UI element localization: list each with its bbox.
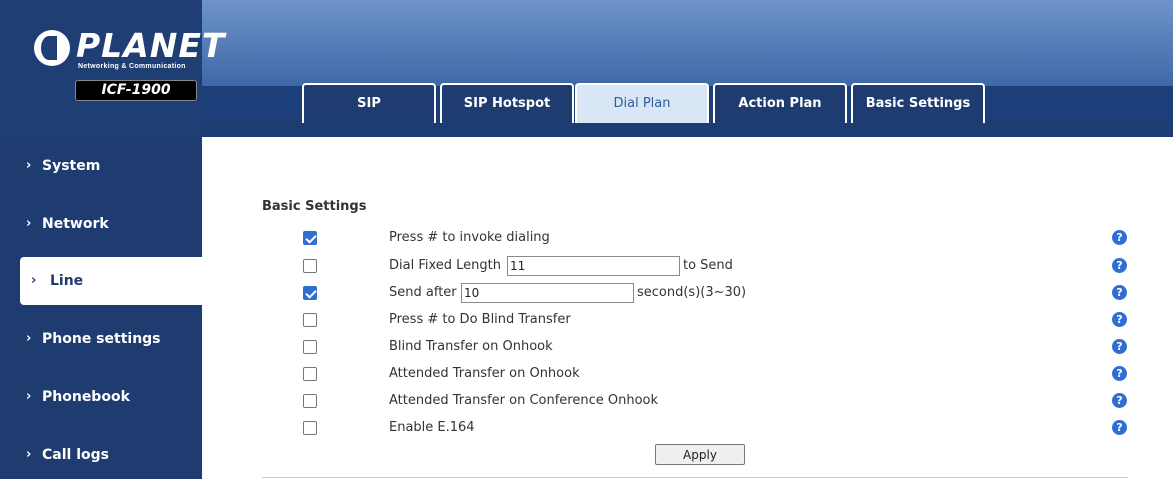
sidebar-item-label: Call logs xyxy=(42,447,109,463)
send-after-suffix: second(s)(3~30) xyxy=(637,285,747,300)
help-icon[interactable]: ? xyxy=(1112,230,1127,245)
press-hash-dial-checkbox[interactable] xyxy=(303,231,317,245)
help-icon[interactable]: ? xyxy=(1112,285,1127,300)
setting-label: Enable E.164 xyxy=(389,420,475,435)
setting-label: Attended Transfer on Onhook xyxy=(389,366,580,381)
dial-fixed-length-checkbox[interactable] xyxy=(303,259,317,273)
press-hash-blind-transfer-checkbox[interactable] xyxy=(303,313,317,327)
setting-row: Send after second(s)(3~30) ? xyxy=(0,280,1173,307)
setting-row: Enable E.164 ? xyxy=(0,415,1173,442)
tab-action-plan[interactable]: Action Plan xyxy=(713,83,847,123)
setting-row: Attended Transfer on Onhook ? xyxy=(0,361,1173,388)
planet-logo-icon xyxy=(34,30,70,66)
fixed-length-input[interactable] xyxy=(507,256,680,276)
help-icon[interactable]: ? xyxy=(1112,366,1127,381)
logo-text: PLANET xyxy=(76,26,226,65)
help-icon[interactable]: ? xyxy=(1112,420,1127,435)
setting-label: Press # to invoke dialing xyxy=(389,230,550,245)
divider xyxy=(262,477,1128,478)
model-badge: ICF-1900 xyxy=(75,80,197,101)
enable-e164-checkbox[interactable] xyxy=(303,421,317,435)
logo-block: PLANET Networking & Communication ICF-19… xyxy=(0,0,224,137)
setting-label: Press # to Do Blind Transfer xyxy=(389,312,571,327)
section-title: Basic Settings xyxy=(262,199,367,214)
chevron-right-icon: › xyxy=(26,158,32,173)
tab-basic-settings[interactable]: Basic Settings xyxy=(851,83,985,123)
setting-row: Press # to Do Blind Transfer ? xyxy=(0,307,1173,334)
help-icon[interactable]: ? xyxy=(1112,312,1127,327)
sidebar-item-label: System xyxy=(42,158,101,174)
setting-row: Blind Transfer on Onhook ? xyxy=(0,334,1173,361)
send-after-input[interactable] xyxy=(461,283,634,303)
tab-sip-hotspot[interactable]: SIP Hotspot xyxy=(440,83,574,123)
sidebar-item-system[interactable]: › System xyxy=(0,142,202,190)
setting-label: Attended Transfer on Conference Onhook xyxy=(389,393,659,408)
setting-row: Press # to invoke dialing ? xyxy=(0,225,1173,252)
fixed-length-suffix: to Send xyxy=(683,258,733,273)
setting-label: Dial Fixed Length xyxy=(389,258,501,273)
apply-button[interactable]: Apply xyxy=(655,444,745,465)
help-icon[interactable]: ? xyxy=(1112,339,1127,354)
attended-transfer-conference-checkbox[interactable] xyxy=(303,394,317,408)
send-after-checkbox[interactable] xyxy=(303,286,317,300)
tab-dial-plan[interactable]: Dial Plan xyxy=(575,83,709,123)
blind-transfer-onhook-checkbox[interactable] xyxy=(303,340,317,354)
logo-subtitle: Networking & Communication xyxy=(78,63,186,70)
help-icon[interactable]: ? xyxy=(1112,258,1127,273)
tab-sip[interactable]: SIP xyxy=(302,83,436,123)
planet-logo: PLANET Networking & Communication xyxy=(34,26,224,72)
setting-label: Send after xyxy=(389,285,457,300)
setting-row: Attended Transfer on Conference Onhook ? xyxy=(0,388,1173,415)
help-icon[interactable]: ? xyxy=(1112,393,1127,408)
setting-label: Blind Transfer on Onhook xyxy=(389,339,553,354)
setting-row: Dial Fixed Length to Send ? xyxy=(0,253,1173,280)
attended-transfer-onhook-checkbox[interactable] xyxy=(303,367,317,381)
